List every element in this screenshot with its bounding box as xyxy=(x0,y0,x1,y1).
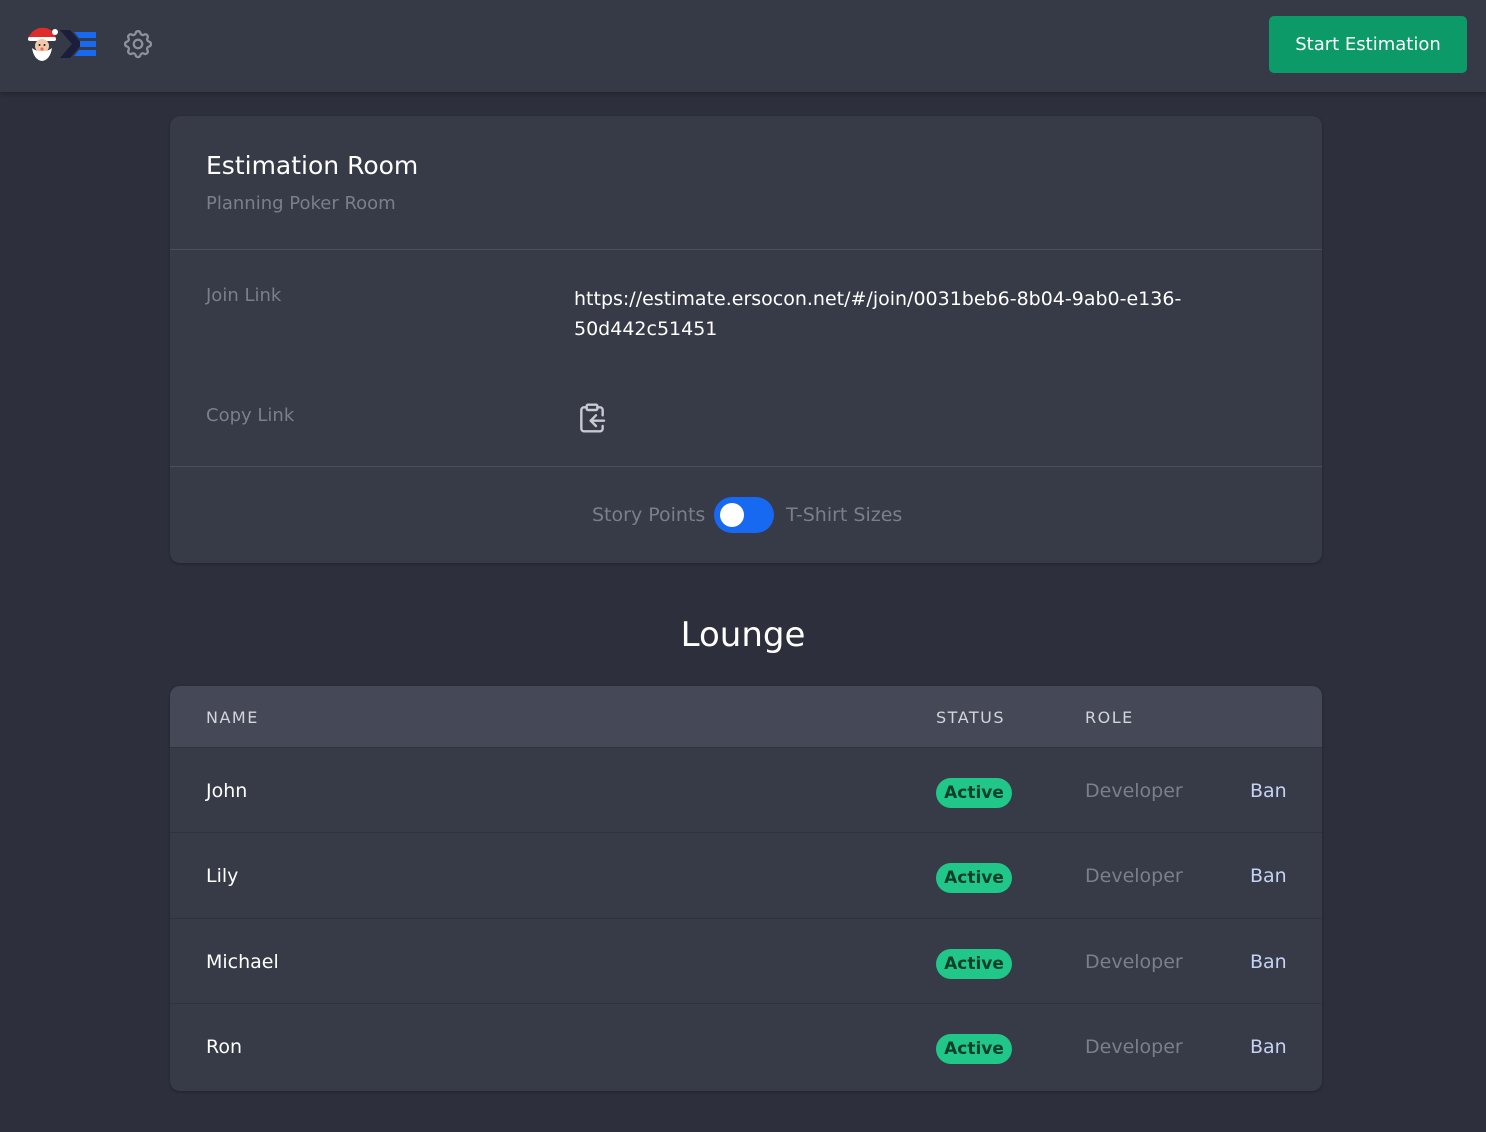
column-header-status: STATUS xyxy=(936,708,1006,727)
table-row: Ron Active Developer Ban xyxy=(170,1003,1322,1088)
participant-role: Developer xyxy=(1085,780,1183,802)
room-subtitle: Planning Poker Room xyxy=(206,193,396,214)
divider xyxy=(170,466,1322,467)
lounge-table: NAME STATUS ROLE John Active Developer B… xyxy=(170,686,1322,1091)
participant-name: Lily xyxy=(206,865,239,887)
santa-logo-icon[interactable] xyxy=(24,24,60,62)
table-row: John Active Developer Ban xyxy=(170,747,1322,832)
participant-name: Ron xyxy=(206,1036,243,1058)
gear-icon[interactable] xyxy=(121,27,155,61)
status-badge: Active xyxy=(936,778,1012,808)
story-points-label: Story Points xyxy=(592,504,706,526)
room-info-card: Estimation Room Planning Poker Room Join… xyxy=(170,116,1322,563)
estimation-mode-toggle[interactable] xyxy=(714,497,774,533)
toggle-knob xyxy=(720,503,744,527)
ban-button[interactable]: Ban xyxy=(1250,951,1287,973)
room-title: Estimation Room xyxy=(206,151,419,180)
table-row: Michael Active Developer Ban xyxy=(170,918,1322,1003)
table-row: Lily Active Developer Ban xyxy=(170,832,1322,917)
lounge-heading: Lounge xyxy=(680,615,806,655)
status-badge: Active xyxy=(936,1034,1012,1064)
column-header-role: ROLE xyxy=(1085,708,1134,727)
start-estimation-button[interactable]: Start Estimation xyxy=(1269,16,1467,73)
participant-name: Michael xyxy=(206,951,279,973)
join-link-label: Join Link xyxy=(206,285,282,306)
table-header: NAME STATUS ROLE xyxy=(170,686,1322,747)
top-navbar: Start Estimation xyxy=(0,0,1486,92)
estimation-mode-toggle-row: Story Points T-Shirt Sizes xyxy=(170,496,1322,536)
status-badge: Active xyxy=(936,949,1012,979)
join-link-value[interactable]: https://estimate.ersocon.net/#/join/0031… xyxy=(574,284,1214,344)
tshirt-sizes-label: T-Shirt Sizes xyxy=(786,504,903,526)
ban-button[interactable]: Ban xyxy=(1250,1036,1287,1058)
brand-logo-icon[interactable] xyxy=(60,30,98,58)
participant-role: Developer xyxy=(1085,1036,1183,1058)
participant-name: John xyxy=(206,780,248,802)
ban-button[interactable]: Ban xyxy=(1250,865,1287,887)
participant-role: Developer xyxy=(1085,951,1183,973)
ban-button[interactable]: Ban xyxy=(1250,780,1287,802)
participant-role: Developer xyxy=(1085,865,1183,887)
divider xyxy=(170,249,1322,250)
column-header-name: NAME xyxy=(206,708,259,727)
status-badge: Active xyxy=(936,863,1012,893)
clipboard-copy-icon[interactable] xyxy=(576,401,608,435)
copy-link-label: Copy Link xyxy=(206,405,295,426)
